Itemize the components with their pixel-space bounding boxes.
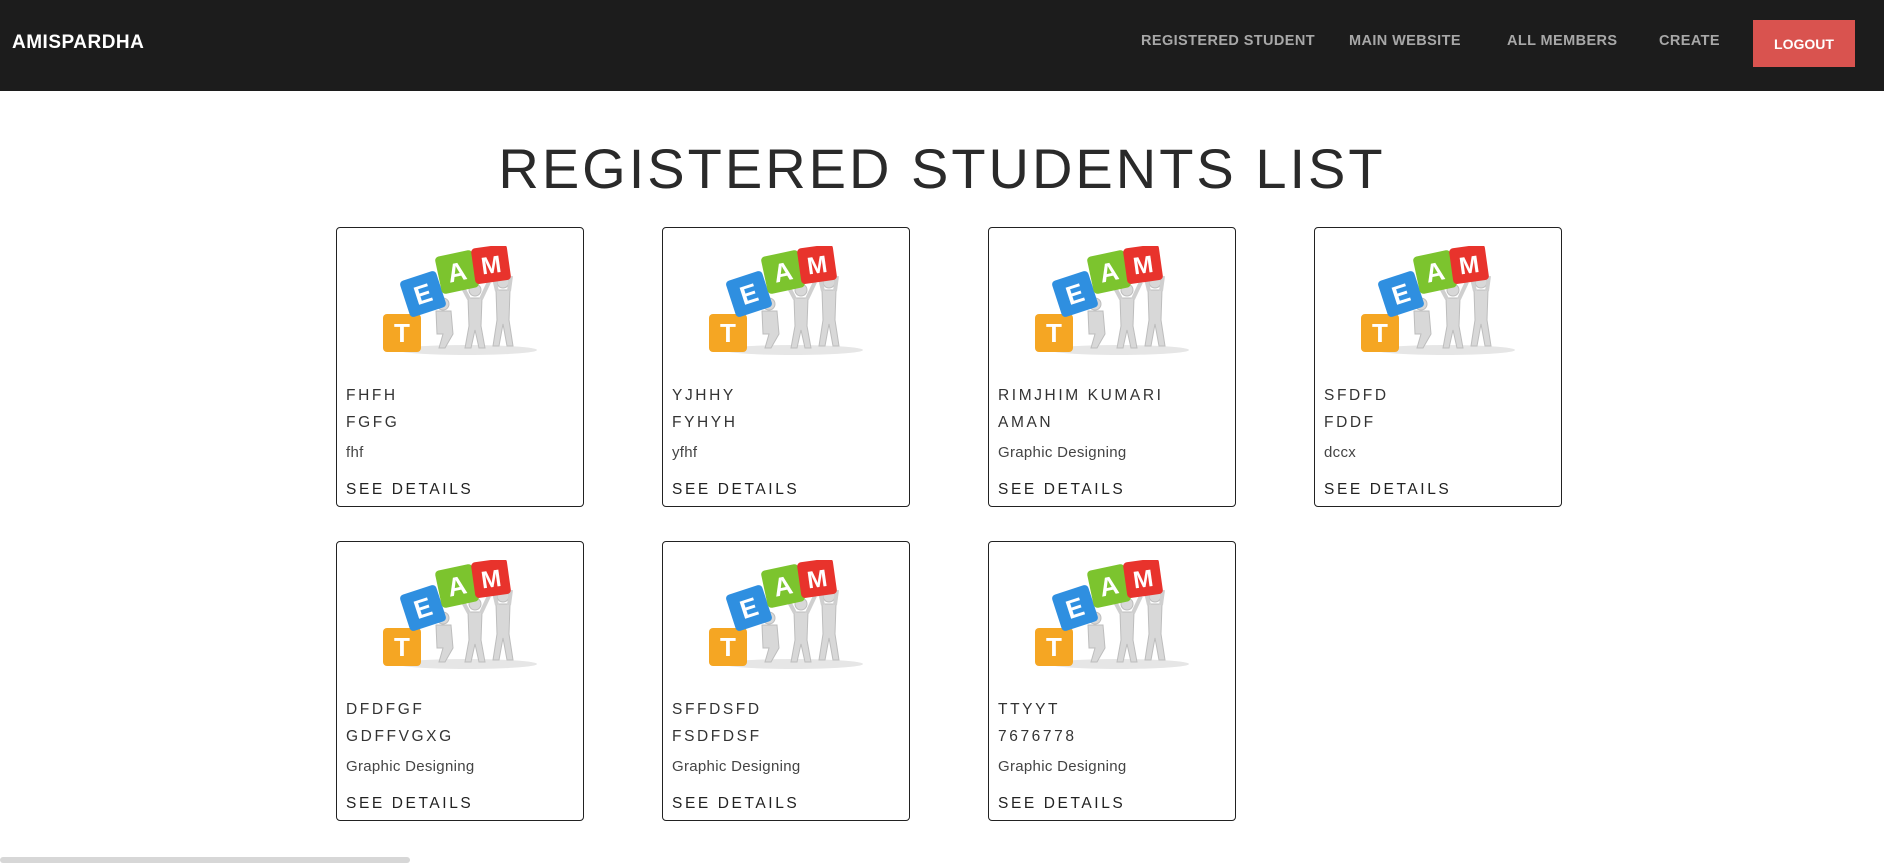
nav-create[interactable]: CREATE — [1659, 33, 1720, 49]
team-image-icon: T E A M — [1035, 560, 1189, 669]
team-image-icon: T E A M — [709, 246, 863, 355]
student-name: DFDFGF — [346, 701, 425, 718]
student-card: T E A M DFDFGF GDFFVGXG Graphic Designin… — [336, 541, 584, 821]
nav-main-website[interactable]: MAIN WEBSITE — [1349, 33, 1461, 49]
team-image-icon: T E A M — [383, 246, 537, 355]
see-details-link[interactable]: SEE DETAILS — [346, 795, 473, 813]
student-course: dccx — [1324, 444, 1357, 461]
student-course: fhf — [346, 444, 364, 461]
student-card: T E A M TTYYT 7676778 Graphic Designing … — [988, 541, 1236, 821]
student-card: T E A M YJHHY FYHYH yfhf SEE DETAILS — [662, 227, 910, 507]
horizontal-scrollbar[interactable] — [0, 857, 410, 863]
team-image-icon: T E A M — [709, 560, 863, 669]
svg-text:M: M — [805, 251, 829, 281]
svg-text:T: T — [720, 632, 736, 662]
student-course: Graphic Designing — [998, 758, 1127, 775]
page-title: REGISTERED STUDENTS LIST — [498, 137, 1386, 200]
see-details-link[interactable]: SEE DETAILS — [998, 481, 1125, 499]
see-details-link[interactable]: SEE DETAILS — [998, 795, 1125, 813]
see-details-link[interactable]: SEE DETAILS — [1324, 481, 1451, 499]
student-secondary-name: FSDFDSF — [672, 728, 762, 745]
team-image-icon: T E A M — [383, 560, 537, 669]
brand-logo[interactable]: AMISPARDHA — [12, 32, 144, 54]
see-details-link[interactable]: SEE DETAILS — [672, 795, 799, 813]
student-card: T E A M SFFDSFD FSDFDSF Graphic Designin… — [662, 541, 910, 821]
svg-text:T: T — [1046, 318, 1062, 348]
svg-text:T: T — [394, 632, 410, 662]
svg-text:M: M — [1131, 251, 1155, 281]
student-card: T E A M FHFH FGFG fhf SEE DETAILS — [336, 227, 584, 507]
student-secondary-name: 7676778 — [998, 728, 1077, 745]
svg-text:M: M — [1457, 251, 1481, 281]
student-course: Graphic Designing — [998, 444, 1127, 461]
student-secondary-name: FYHYH — [672, 414, 738, 431]
svg-text:T: T — [720, 318, 736, 348]
student-name: TTYYT — [998, 701, 1061, 718]
student-card: T E A M SFDFD FDDF dccx SEE DETAILS — [1314, 227, 1562, 507]
student-card: T E A M RIMJHIM KUMARI AMAN Graphic Desi… — [988, 227, 1236, 507]
student-name: SFDFD — [1324, 387, 1389, 404]
student-course: Graphic Designing — [672, 758, 801, 775]
see-details-link[interactable]: SEE DETAILS — [672, 481, 799, 499]
top-navbar: AMISPARDHA REGISTERED STUDENT MAIN WEBSI… — [0, 0, 1884, 91]
student-secondary-name: FDDF — [1324, 414, 1376, 431]
see-details-link[interactable]: SEE DETAILS — [346, 481, 473, 499]
student-name: SFFDSFD — [672, 701, 762, 718]
team-image-icon: T E A M — [1035, 246, 1189, 355]
student-secondary-name: GDFFVGXG — [346, 728, 454, 745]
student-course: yfhf — [672, 444, 698, 461]
student-name: RIMJHIM KUMARI — [998, 387, 1164, 404]
student-course: Graphic Designing — [346, 758, 475, 775]
svg-text:M: M — [479, 565, 503, 595]
svg-text:M: M — [1131, 565, 1155, 595]
svg-text:T: T — [394, 318, 410, 348]
student-name: YJHHY — [672, 387, 736, 404]
svg-text:M: M — [479, 251, 503, 281]
svg-text:T: T — [1046, 632, 1062, 662]
logout-button[interactable]: LOGOUT — [1753, 20, 1855, 67]
nav-all-members[interactable]: ALL MEMBERS — [1507, 33, 1617, 49]
student-secondary-name: FGFG — [346, 414, 400, 431]
svg-text:T: T — [1372, 318, 1388, 348]
svg-text:M: M — [805, 565, 829, 595]
student-name: FHFH — [346, 387, 398, 404]
nav-registered-student[interactable]: REGISTERED STUDENT — [1141, 33, 1315, 49]
team-image-icon: T E A M — [1361, 246, 1515, 355]
student-secondary-name: AMAN — [998, 414, 1054, 431]
